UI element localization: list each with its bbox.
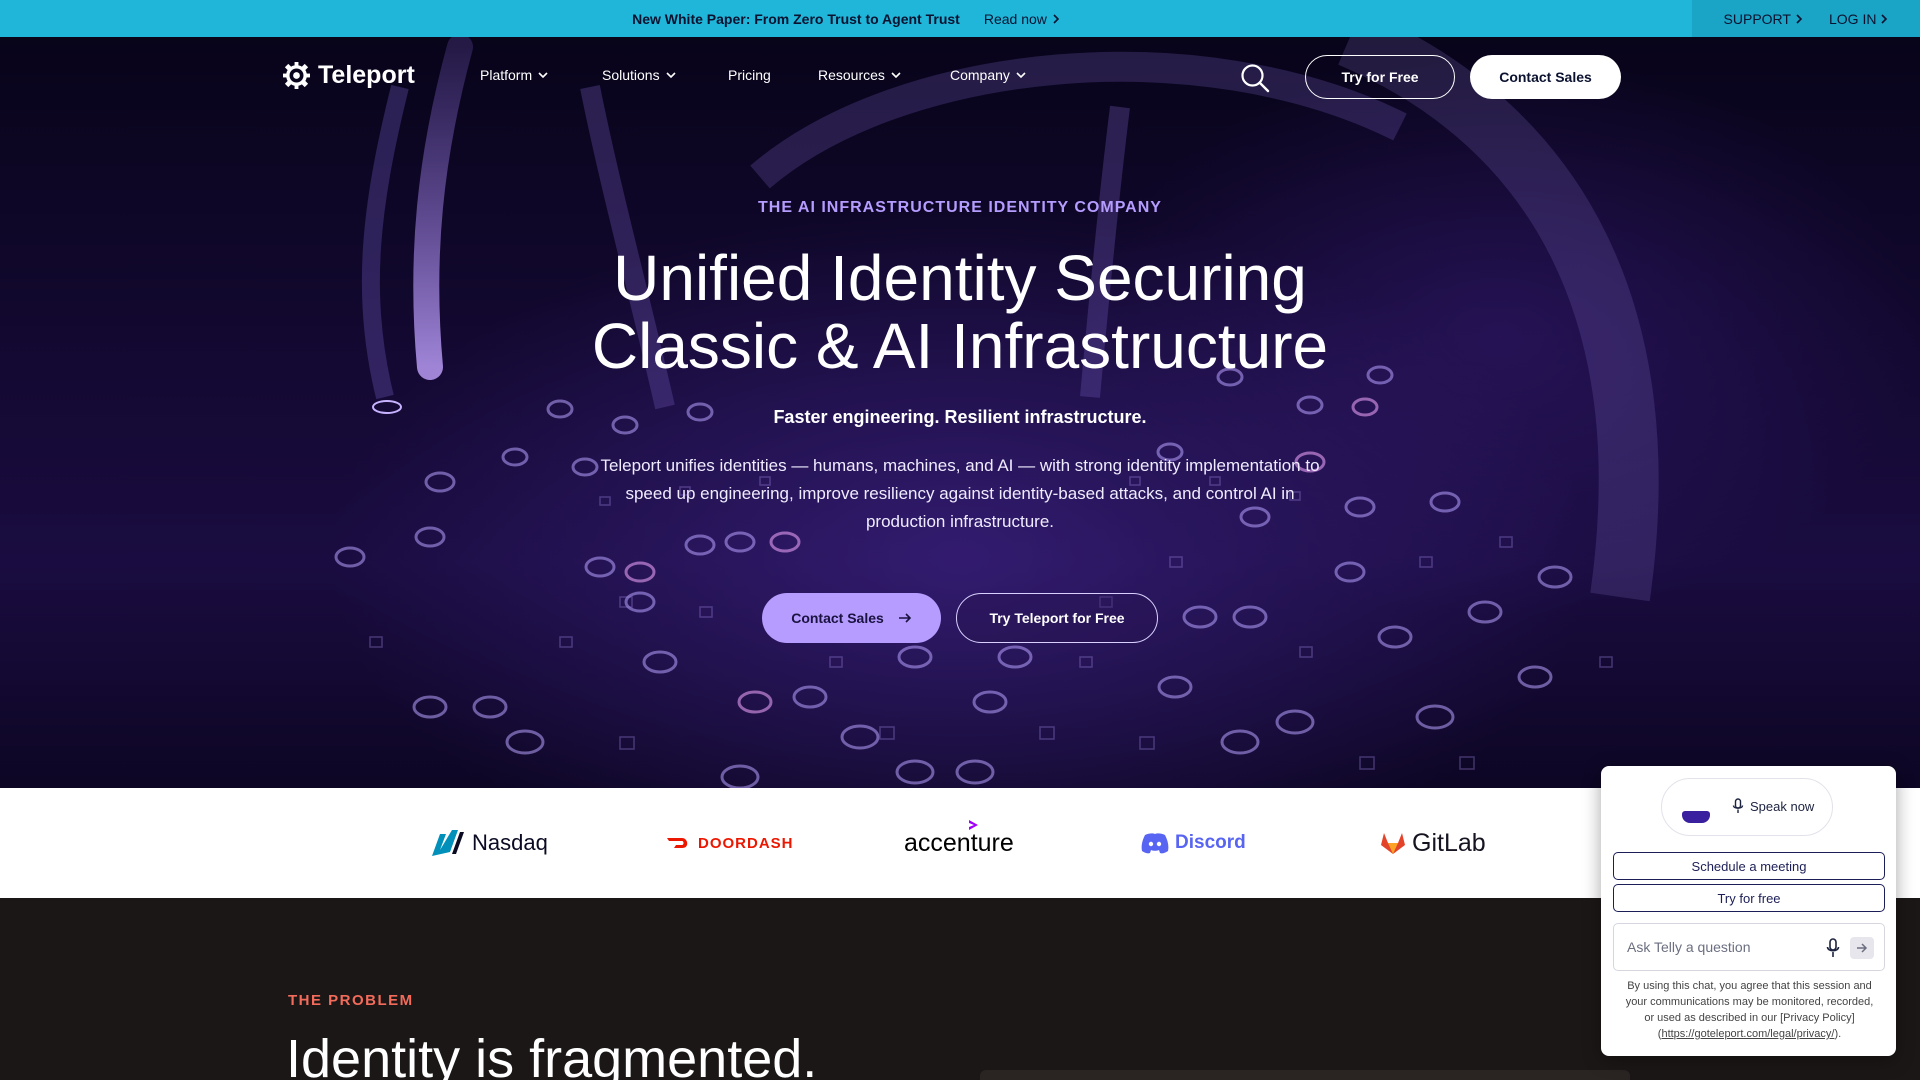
doordash-logo: DOORDASH (666, 788, 794, 898)
nav-item-label: Company (950, 67, 1010, 83)
main-nav: Teleport Platform Solutions Pricing Reso… (0, 37, 1920, 117)
try-for-free-button[interactable]: Try for Free (1305, 55, 1455, 99)
arrow-right-icon (898, 613, 911, 623)
discord-wordmark: Discord (1175, 832, 1246, 853)
chat-legal-notice: By using this chat, you agree that this … (1621, 978, 1878, 1042)
support-label: SUPPORT (1723, 10, 1791, 27)
hero-contact-sales-button[interactable]: Contact Sales (762, 593, 941, 643)
hero-contact-sales-label: Contact Sales (791, 610, 884, 626)
hero-title-line-1: Unified Identity Securing (613, 242, 1307, 314)
hero-subtitle: Faster engineering. Resilient infrastruc… (773, 407, 1147, 427)
utility-links: SUPPORT LOG IN (1692, 0, 1920, 37)
gitlab-logo: GitLab (1380, 788, 1486, 898)
read-now-link[interactable]: Read now (984, 11, 1060, 27)
hero-description: Teleport unifies identities — humans, ma… (600, 456, 1320, 531)
problem-eyebrow: THE PROBLEM (288, 992, 414, 1009)
hero-eyebrow: THE AI INFRASTRUCTURE IDENTITY COMPANY (758, 199, 1162, 216)
problem-title: Identity is fragmented. (286, 1029, 818, 1080)
discord-icon (1141, 833, 1169, 854)
chat-mic-button[interactable] (1826, 938, 1840, 963)
chevron-down-icon (1016, 71, 1026, 78)
speak-now-button[interactable]: Speak now (1661, 778, 1833, 836)
support-link[interactable]: SUPPORT (1724, 11, 1803, 27)
accenture-wordmark: accenture (904, 819, 1014, 858)
nav-item-resources[interactable]: Resources (818, 67, 950, 83)
announcement-center: New White Paper: From Zero Trust to Agen… (0, 0, 1692, 37)
chevron-right-icon (1881, 13, 1888, 24)
teleport-logo[interactable]: Teleport (283, 61, 415, 90)
accenture-arrow-icon (969, 819, 978, 830)
nav-item-label: Pricing (728, 67, 771, 83)
nav-item-company[interactable]: Company (950, 67, 1026, 83)
nasdaq-icon (432, 830, 464, 856)
problem-image (980, 1070, 1630, 1080)
chevron-down-icon (891, 71, 901, 78)
doordash-wordmark: DOORDASH (698, 834, 794, 852)
chevron-right-icon (1053, 13, 1060, 24)
gitlab-wordmark: GitLab (1412, 828, 1486, 857)
accenture-logo: accenture (904, 788, 1014, 898)
announcement-text: New White Paper: From Zero Trust to Agen… (632, 10, 960, 27)
microphone-icon (1826, 938, 1840, 957)
schedule-meeting-button[interactable]: Schedule a meeting (1613, 852, 1885, 880)
chat-input-placeholder: Ask Telly a question (1627, 939, 1751, 955)
telly-avatar (1682, 811, 1710, 823)
speak-now-label: Speak now (1750, 798, 1815, 814)
chat-legal-suffix: ). (1834, 1028, 1842, 1040)
announcement-bar: New White Paper: From Zero Trust to Agen… (0, 0, 1920, 37)
hero-title: Unified Identity Securing Classic & AI I… (0, 244, 1920, 380)
chevron-down-icon (538, 71, 548, 78)
search-button[interactable] (1240, 63, 1270, 98)
chevron-right-icon (1796, 13, 1803, 24)
arrow-right-icon (1857, 943, 1868, 953)
privacy-policy-link[interactable]: https://goteleport.com/legal/privacy/ (1661, 1028, 1834, 1040)
nav-menu: Platform Solutions Pricing Resources Com… (480, 67, 1026, 83)
search-icon (1241, 64, 1270, 93)
discord-logo: Discord (1141, 788, 1246, 898)
nasdaq-wordmark: Nasdaq (472, 830, 548, 855)
accenture-text: accenture (904, 828, 1014, 857)
hero-title-line-2: Classic & AI Infrastructure (591, 310, 1329, 382)
chat-widget: Speak now Schedule a meeting Try for fre… (1601, 766, 1896, 1056)
nasdaq-logo: Nasdaq (430, 788, 548, 898)
nav-item-solutions[interactable]: Solutions (602, 67, 728, 83)
nav-item-label: Resources (818, 67, 885, 83)
speak-now-label-wrap: Speak now (1732, 798, 1814, 814)
nav-item-label: Solutions (602, 67, 660, 83)
login-label: LOG IN (1828, 10, 1877, 27)
read-now-label: Read now (983, 10, 1047, 27)
teleport-gear-icon (283, 62, 310, 89)
contact-sales-button[interactable]: Contact Sales (1470, 55, 1621, 99)
chat-send-button[interactable] (1850, 937, 1874, 959)
login-link[interactable]: LOG IN (1829, 11, 1888, 27)
chat-try-free-button[interactable]: Try for free (1613, 884, 1885, 912)
doordash-icon (667, 838, 688, 848)
nav-item-label: Platform (480, 67, 533, 83)
brand-name: Teleport (318, 61, 415, 89)
nav-item-platform[interactable]: Platform (480, 67, 602, 83)
microphone-icon (1732, 798, 1744, 813)
gitlab-icon (1381, 833, 1405, 854)
chat-input-box[interactable]: Ask Telly a question (1613, 923, 1885, 971)
hero-try-free-button[interactable]: Try Teleport for Free (956, 593, 1158, 643)
nav-item-pricing[interactable]: Pricing (728, 67, 818, 83)
chevron-down-icon (666, 71, 676, 78)
